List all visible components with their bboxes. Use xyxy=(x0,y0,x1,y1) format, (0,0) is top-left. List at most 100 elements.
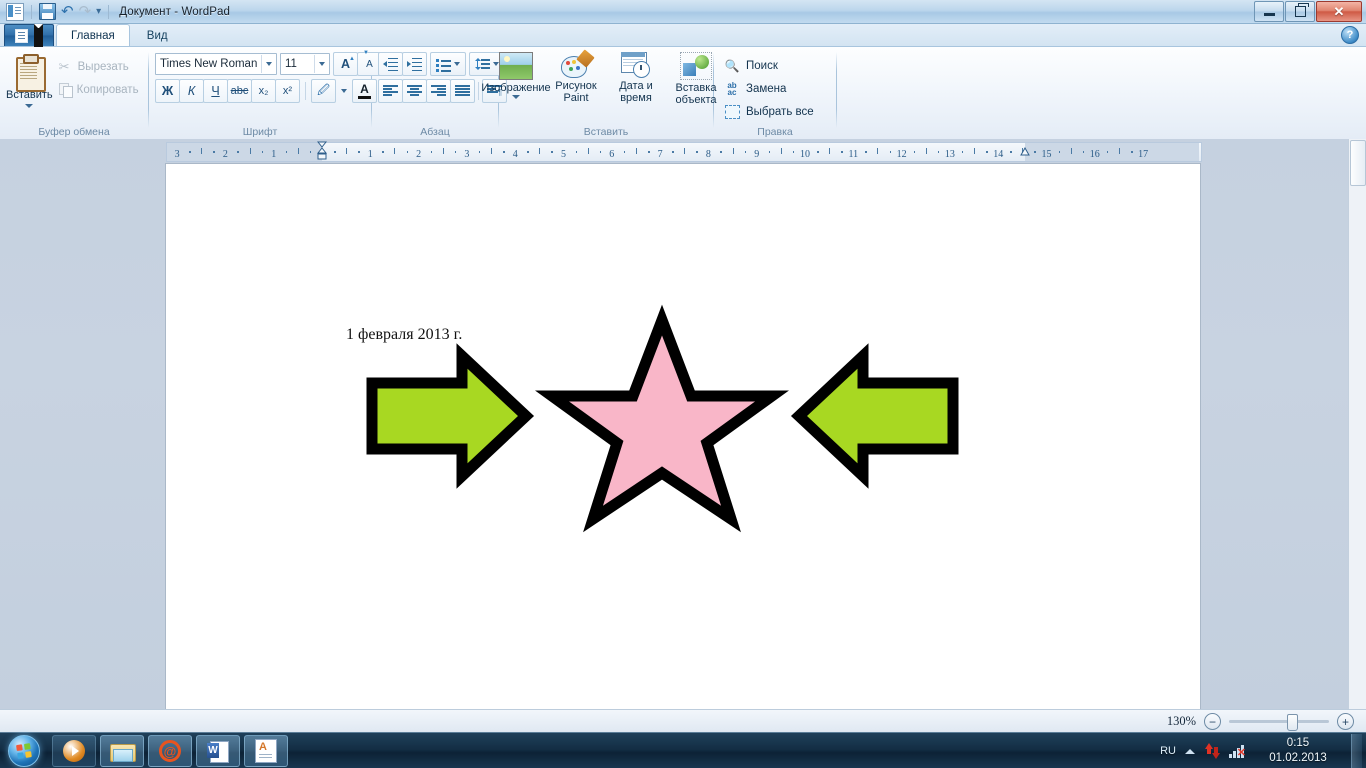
group-label-font: Шрифт xyxy=(242,126,278,138)
help-button[interactable]: ? xyxy=(1341,26,1359,44)
ruler-minor-tick xyxy=(648,151,650,153)
ribbon-tab-row: Главная Вид ? xyxy=(0,24,1366,47)
document-shapes xyxy=(366,304,959,533)
font-size-combo[interactable]: 11 xyxy=(280,53,330,75)
show-hidden-icons-icon[interactable] xyxy=(1185,748,1195,754)
underline-button[interactable]: Ч xyxy=(203,79,228,103)
ruler-half-tick xyxy=(1070,148,1072,154)
media-player-icon xyxy=(63,740,85,762)
select-all-button[interactable]: Выбрать все xyxy=(724,102,814,121)
start-button[interactable] xyxy=(0,734,48,768)
ribbon-group-clipboard: Вставить ✂ Вырезать Копировать Буфер обм… xyxy=(0,47,148,140)
decrease-indent-button[interactable] xyxy=(378,52,403,76)
insert-datetime-button[interactable]: Дата и время xyxy=(607,50,665,104)
ruler-tick-label: 2 xyxy=(222,149,228,160)
italic-button[interactable]: К xyxy=(179,79,204,103)
bold-button[interactable]: Ж xyxy=(155,79,180,103)
subscript-button[interactable]: x₂ xyxy=(251,79,276,103)
ruler-minor-tick xyxy=(454,151,457,153)
document-page[interactable]: 1 февраля 2013 г. Информатика - комплекс… xyxy=(166,164,1200,709)
align-justify-button[interactable] xyxy=(450,79,475,103)
left-indent-marker[interactable] xyxy=(316,141,328,160)
align-right-button[interactable] xyxy=(426,79,451,103)
customize-qat-icon[interactable]: ▾ xyxy=(96,6,101,18)
grow-font-button[interactable]: A xyxy=(333,52,358,76)
minimize-button[interactable] xyxy=(1254,1,1284,22)
copy-button[interactable]: Копировать xyxy=(55,80,143,100)
tab-view[interactable]: Вид xyxy=(132,24,183,46)
paste-button[interactable]: Вставить xyxy=(6,51,53,108)
insert-picture-button[interactable]: Изображение xyxy=(481,50,551,99)
insert-paint-drawing-button[interactable]: Рисунок Paint xyxy=(547,49,605,104)
right-indent-marker[interactable] xyxy=(1019,146,1030,163)
chevron-down-icon xyxy=(266,62,272,66)
zoom-out-button[interactable]: − xyxy=(1204,713,1221,730)
taskbar-explorer[interactable] xyxy=(100,735,144,767)
close-button[interactable]: ✕ xyxy=(1316,1,1362,22)
status-bar: 130% − + xyxy=(0,709,1366,733)
zoom-in-button[interactable]: + xyxy=(1337,713,1354,730)
show-desktop-button[interactable] xyxy=(1351,734,1362,768)
ruler-half-tick xyxy=(539,148,541,154)
restore-button[interactable] xyxy=(1285,1,1315,22)
ruler-half-tick xyxy=(1118,148,1120,154)
ruler-tick-label: 15 xyxy=(1041,149,1052,160)
superscript-button[interactable]: x² xyxy=(275,79,300,103)
tab-home[interactable]: Главная xyxy=(56,24,130,46)
replace-icon: ab ac xyxy=(727,80,737,97)
taskbar-media-player[interactable] xyxy=(52,735,96,767)
replace-button[interactable]: ab ac Замена xyxy=(724,79,814,98)
vertical-scrollbar[interactable] xyxy=(1348,139,1366,709)
clock-date: 01.02.2013 xyxy=(1269,752,1327,764)
bullets-button[interactable] xyxy=(430,52,466,76)
taskbar-wordpad[interactable]: A xyxy=(244,735,288,767)
ruler-ticks: 3 2 1 1 2 3 4 5 6 7 8 9 10 11 12 13 14 15 16 17 xyxy=(167,141,1201,163)
language-indicator[interactable]: RU xyxy=(1160,745,1176,757)
ruler-minor-tick xyxy=(599,151,602,153)
align-left-button[interactable] xyxy=(378,79,403,103)
font-size-dropdown[interactable] xyxy=(314,55,329,73)
font-row-2: Ж К Ч abc x₂ x² 🖉 A xyxy=(155,79,388,103)
redo-icon[interactable]: ↷ xyxy=(79,4,92,19)
chevron-down-icon xyxy=(25,104,34,108)
app-menu-icon[interactable] xyxy=(6,2,24,21)
zoom-slider-thumb[interactable] xyxy=(1287,714,1298,731)
increase-indent-button[interactable] xyxy=(402,52,427,76)
chevron-down-icon[interactable] xyxy=(341,89,347,93)
ruler-minor-tick xyxy=(1082,151,1085,153)
align-center-button[interactable] xyxy=(402,79,427,103)
ruler-minor-tick xyxy=(768,151,771,153)
ruler-minor-tick xyxy=(937,151,940,153)
undo-icon[interactable]: ↶ xyxy=(61,4,74,19)
ruler-half-tick xyxy=(635,148,637,154)
taskbar-word[interactable]: W xyxy=(196,735,240,767)
group-label-editing: Правка xyxy=(757,126,793,138)
cut-button[interactable]: ✂ Вырезать xyxy=(55,57,143,77)
file-menu-button[interactable] xyxy=(4,24,54,47)
ruler-minor-tick xyxy=(261,151,264,153)
find-button[interactable]: 🔍 Поиск xyxy=(724,56,814,75)
horizontal-ruler[interactable]: 3 2 1 1 2 3 4 5 6 7 8 9 10 11 12 13 14 15 16 17 xyxy=(166,141,1202,163)
ruler-tick-label: 10 xyxy=(800,149,810,160)
ruler-tick-label: 8 xyxy=(705,149,711,160)
network-disconnected-icon[interactable]: ✕ xyxy=(1229,744,1246,759)
date-time-icon xyxy=(621,52,651,78)
scrollbar-thumb[interactable] xyxy=(1350,140,1366,186)
group-divider xyxy=(836,52,837,128)
word-icon: W xyxy=(207,740,229,763)
ruler-minor-tick xyxy=(406,151,409,153)
font-family-combo[interactable]: Times New Roman xyxy=(155,53,277,75)
chevron-down-icon[interactable] xyxy=(454,62,460,66)
clock[interactable]: 0:15 01.02.2013 xyxy=(1254,736,1342,766)
clock-time: 0:15 xyxy=(1286,737,1310,749)
network-activity-icon[interactable] xyxy=(1204,743,1220,759)
text-highlight-button[interactable]: 🖉 xyxy=(311,79,336,103)
font-row-1: Times New Roman 11 A A xyxy=(155,52,382,76)
ruler-minor-tick xyxy=(213,151,215,153)
taskbar-opera-browser[interactable]: @ xyxy=(148,735,192,767)
ruler-minor-tick xyxy=(792,151,795,153)
font-family-dropdown[interactable] xyxy=(261,55,276,73)
save-icon[interactable] xyxy=(39,3,56,20)
strikethrough-button[interactable]: abc xyxy=(227,79,252,103)
zoom-slider[interactable] xyxy=(1229,714,1329,731)
